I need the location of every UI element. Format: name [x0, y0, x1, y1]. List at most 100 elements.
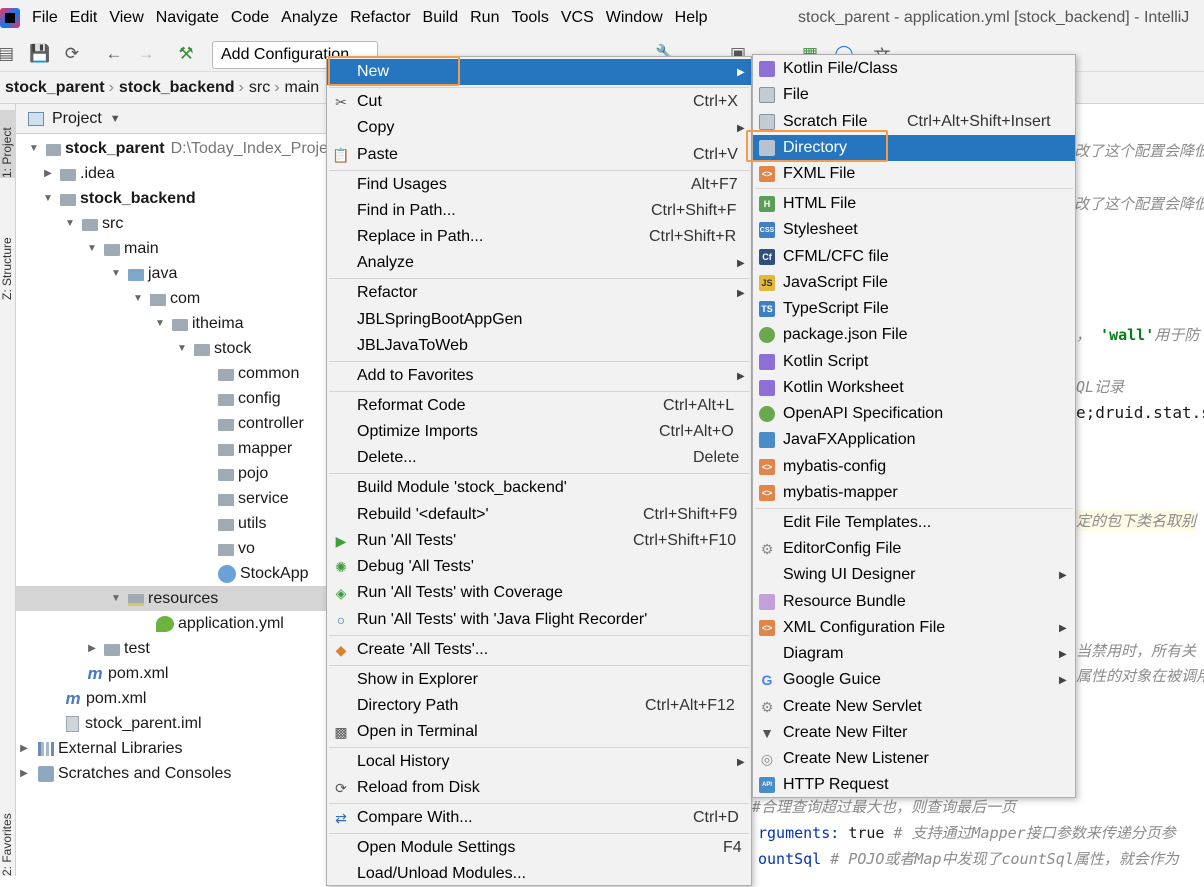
menu-item-run-tests[interactable]: ▶ Run 'All Tests' Ctrl+Shift+F10: [327, 528, 751, 554]
expand-arrow-icon[interactable]: ▼: [28, 143, 40, 154]
menu-item-local-history[interactable]: Local History ▶: [327, 749, 751, 775]
menu-item-reformat[interactable]: Reformat Code Ctrl+Alt+L: [327, 393, 751, 419]
menu-item-cut[interactable]: ✂ Cut Ctrl+X: [327, 89, 751, 115]
menu-navigate[interactable]: Navigate: [156, 9, 219, 27]
submenu-item-stylesheet[interactable]: CSS Stylesheet: [753, 217, 1075, 243]
tree-item-itheima[interactable]: ▼ itheima: [16, 311, 328, 336]
menu-window[interactable]: Window: [606, 9, 663, 27]
submenu-item-file[interactable]: File: [753, 82, 1075, 108]
tab-favorites[interactable]: 2: Favorites: [0, 796, 16, 876]
menu-item-find-in-path[interactable]: Find in Path... Ctrl+Shift+F: [327, 198, 751, 224]
menu-item-jbl-springboot[interactable]: JBLSpringBootAppGen: [327, 307, 751, 333]
collapse-arrow-icon[interactable]: ▶: [18, 743, 30, 754]
collapse-arrow-icon[interactable]: ▶: [42, 168, 54, 179]
submenu-item-new-servlet[interactable]: ⚙ Create New Servlet: [753, 694, 1075, 720]
menu-code[interactable]: Code: [231, 9, 269, 27]
submenu-item-package-json[interactable]: package.json File: [753, 322, 1075, 348]
expand-arrow-icon[interactable]: ▼: [110, 268, 122, 279]
menu-item-reload-disk[interactable]: ⟳ Reload from Disk: [327, 775, 751, 801]
menu-item-open-terminal[interactable]: ▩ Open in Terminal: [327, 719, 751, 745]
menu-item-optimize-imports[interactable]: Optimize Imports Ctrl+Alt+O: [327, 419, 751, 445]
menu-item-run-coverage[interactable]: ◈ Run 'All Tests' with Coverage: [327, 580, 751, 606]
tree-item-resources[interactable]: ▼ resources: [16, 586, 328, 611]
tree-item-application-yml[interactable]: application.yml: [16, 611, 328, 636]
menu-item-module-settings[interactable]: Open Module Settings F4: [327, 835, 751, 861]
menu-vcs[interactable]: VCS: [561, 9, 594, 27]
menu-tools[interactable]: Tools: [511, 9, 548, 27]
menu-help[interactable]: Help: [675, 9, 708, 27]
tree-item-stock-backend[interactable]: ▼ stock_backend: [16, 186, 328, 211]
tab-project[interactable]: 1: Project: [0, 110, 16, 178]
submenu-item-resource-bundle[interactable]: Resource Bundle: [753, 589, 1075, 615]
menu-build[interactable]: Build: [423, 9, 459, 27]
menu-analyze[interactable]: Analyze: [281, 9, 338, 27]
submenu-item-new-listener[interactable]: ◎ Create New Listener: [753, 746, 1075, 772]
menu-edit[interactable]: Edit: [70, 9, 98, 27]
expand-arrow-icon[interactable]: ▼: [86, 243, 98, 254]
menu-item-debug-tests[interactable]: ✺ Debug 'All Tests': [327, 554, 751, 580]
tree-item-src[interactable]: ▼ src: [16, 211, 328, 236]
submenu-item-http-request[interactable]: API HTTP Request: [753, 772, 1075, 798]
submenu-item-kotlin-worksheet[interactable]: Kotlin Worksheet: [753, 375, 1075, 401]
breadcrumb-main[interactable]: main: [285, 79, 320, 97]
menu-item-refactor[interactable]: Refactor ▶: [327, 280, 751, 306]
menu-file[interactable]: File: [32, 9, 58, 27]
menu-item-copy[interactable]: Copy ▶: [327, 115, 751, 141]
tree-item-vo[interactable]: vo: [16, 536, 328, 561]
menu-item-compare[interactable]: ⇄ Compare With... Ctrl+D: [327, 805, 751, 831]
submenu-item-editorconfig[interactable]: ⚙ EditorConfig File: [753, 536, 1075, 562]
tree-item-external-libraries[interactable]: ▶ External Libraries: [16, 736, 328, 761]
collapse-arrow-icon[interactable]: ▶: [18, 768, 30, 779]
menu-item-add-favorites[interactable]: Add to Favorites ▶: [327, 363, 751, 389]
tree-item-stock[interactable]: ▼ stock: [16, 336, 328, 361]
menu-item-directory-path[interactable]: Directory Path Ctrl+Alt+F12: [327, 693, 751, 719]
submenu-item-javafx[interactable]: JavaFXApplication: [753, 427, 1075, 453]
submenu-item-cfml[interactable]: Cf CFML/CFC file: [753, 244, 1075, 270]
menu-refactor[interactable]: Refactor: [350, 9, 410, 27]
menu-item-show-explorer[interactable]: Show in Explorer: [327, 667, 751, 693]
menu-item-create-tests[interactable]: ◆ Create 'All Tests'...: [327, 637, 751, 663]
tree-item-stockapp[interactable]: StockApp: [16, 561, 328, 586]
tree-item-pom-backend[interactable]: m pom.xml: [16, 661, 328, 686]
tree-item-stock-parent-iml[interactable]: stock_parent.iml: [16, 711, 328, 736]
open-folder-icon[interactable]: ▤: [0, 44, 16, 64]
expand-arrow-icon[interactable]: ▼: [132, 293, 144, 304]
submenu-item-javascript[interactable]: JS JavaScript File: [753, 270, 1075, 296]
submenu-item-google-guice[interactable]: G Google Guice ▶: [753, 667, 1075, 693]
tree-item-idea[interactable]: ▶ .idea: [16, 161, 328, 186]
submenu-item-new-filter[interactable]: ▼ Create New Filter: [753, 720, 1075, 746]
menu-item-replace-in-path[interactable]: Replace in Path... Ctrl+Shift+R: [327, 224, 751, 250]
submenu-item-edit-templates[interactable]: Edit File Templates...: [753, 510, 1075, 536]
tree-item-service[interactable]: service: [16, 486, 328, 511]
expand-arrow-icon[interactable]: ▼: [64, 218, 76, 229]
tree-item-pojo[interactable]: pojo: [16, 461, 328, 486]
submenu-item-fxml[interactable]: <> FXML File: [753, 161, 1075, 187]
submenu-item-openapi[interactable]: OpenAPI Specification: [753, 401, 1075, 427]
menu-view[interactable]: View: [109, 9, 143, 27]
expand-arrow-icon[interactable]: ▼: [154, 318, 166, 329]
menu-item-build-module[interactable]: Build Module 'stock_backend': [327, 475, 751, 501]
expand-arrow-icon[interactable]: ▼: [110, 593, 122, 604]
submenu-item-xml-config[interactable]: <> XML Configuration File ▶: [753, 615, 1075, 641]
menu-item-delete[interactable]: Delete... Delete: [327, 445, 751, 471]
expand-arrow-icon[interactable]: ▼: [42, 193, 54, 204]
submenu-item-mybatis-mapper[interactable]: <> mybatis-mapper: [753, 480, 1075, 506]
collapse-arrow-icon[interactable]: ▶: [86, 643, 98, 654]
expand-arrow-icon[interactable]: ▼: [176, 343, 188, 354]
tree-item-controller[interactable]: controller: [16, 411, 328, 436]
tab-structure[interactable]: Z: Structure: [0, 214, 16, 300]
tree-item-utils[interactable]: utils: [16, 511, 328, 536]
menu-item-find-usages[interactable]: Find Usages Alt+F7: [327, 172, 751, 198]
submenu-item-kotlin-script[interactable]: Kotlin Script: [753, 349, 1075, 375]
menu-item-load-unload[interactable]: Load/Unload Modules...: [327, 861, 751, 887]
tree-item-common[interactable]: common: [16, 361, 328, 386]
tree-item-config[interactable]: config: [16, 386, 328, 411]
save-icon[interactable]: 💾: [29, 44, 50, 64]
menu-run[interactable]: Run: [470, 9, 499, 27]
forward-arrow-icon[interactable]: →: [136, 44, 156, 64]
submenu-item-swing-designer[interactable]: Swing UI Designer ▶: [753, 562, 1075, 588]
breadcrumb-stock-parent[interactable]: stock_parent: [5, 79, 105, 97]
submenu-item-html[interactable]: H HTML File: [753, 191, 1075, 217]
sync-icon[interactable]: ⟳: [62, 44, 82, 64]
menu-item-rebuild[interactable]: Rebuild '<default>' Ctrl+Shift+F9: [327, 502, 751, 528]
